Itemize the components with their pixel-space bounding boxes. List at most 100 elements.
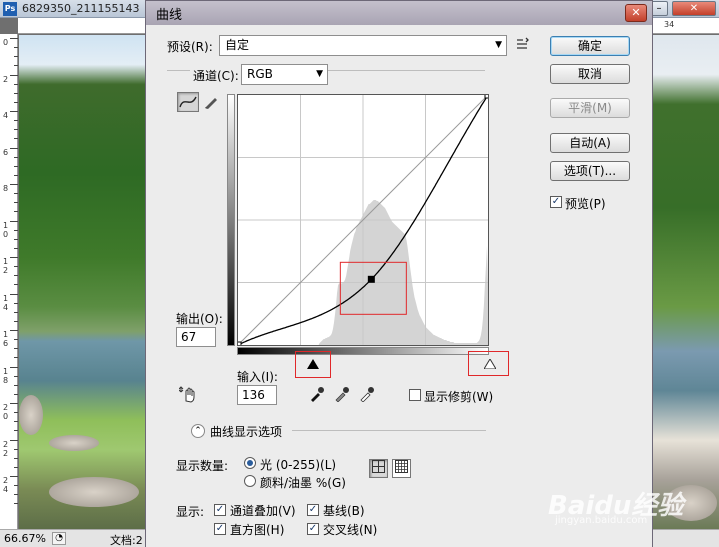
ruler-tick [10, 439, 18, 441]
zoom-level[interactable]: 66.67% [4, 532, 46, 545]
ruler-tick [14, 101, 18, 103]
ruler-tick [14, 457, 18, 459]
intersection-line-label: 交叉线(N) [323, 523, 378, 537]
ruler-tick [14, 311, 18, 313]
output-label: 输出(O): [176, 312, 223, 326]
ruler-label: 1 8 [3, 366, 9, 385]
smooth-button: 平滑(M) [550, 98, 630, 118]
preset-value: 自定 [225, 38, 250, 52]
ruler-tick [14, 339, 18, 340]
ruler-tick [14, 193, 18, 194]
control-point [238, 341, 242, 345]
rock [49, 477, 139, 507]
photoshop-logo-icon: Ps [3, 2, 17, 16]
channel-select[interactable]: RGB ▼ [241, 64, 328, 85]
simple-grid-icon[interactable] [369, 459, 388, 478]
status-menu-icon[interactable]: ◔ [52, 532, 66, 545]
input-gradient-bar [237, 347, 489, 355]
ruler-label: 2 4 [3, 476, 9, 494]
ruler-label: 0 [3, 38, 9, 47]
histogram-label: 直方图(H) [230, 523, 285, 537]
curve-display-options-label[interactable]: 曲线显示选项 [210, 423, 282, 440]
ruler-tick [10, 476, 18, 477]
preview-checkbox[interactable]: ✓ [550, 196, 562, 208]
curve-edit-tool-icon[interactable] [177, 92, 199, 112]
ruler-tick [14, 138, 18, 139]
gray-eyedropper-icon[interactable] [334, 386, 350, 403]
ruler-tick [14, 421, 18, 422]
close-window-icon[interactable]: ✕ [672, 1, 716, 16]
histogram-checkbox[interactable]: ✓ [214, 523, 226, 535]
ruler-tick [10, 74, 18, 76]
ruler-tick [14, 320, 18, 322]
ruler-label: 1 4 [3, 293, 9, 312]
black-eyedropper-icon[interactable] [309, 386, 325, 402]
ruler-tick [14, 448, 18, 450]
baseline-label: 基线(B) [323, 504, 365, 518]
ruler-tick [14, 384, 18, 386]
baidu-watermark-url: jingyan.baidu.com [555, 515, 648, 526]
ruler-tick [14, 238, 18, 240]
ruler-tick [14, 485, 18, 486]
ok-button[interactable]: 确定 [550, 36, 630, 56]
channel-overlays-label: 通道叠加(V) [230, 504, 296, 518]
rock [19, 395, 43, 435]
light-radio[interactable] [244, 457, 256, 469]
input-field[interactable]: 136 [237, 385, 277, 405]
selected-control-point [367, 275, 375, 283]
options-button[interactable]: 选项(T)... [550, 161, 630, 181]
light-label: 光 (0-255)(L) [260, 458, 337, 472]
ruler-label: 2 [3, 74, 9, 84]
auto-button[interactable]: 自动(A) [550, 133, 630, 153]
ruler-tick [10, 257, 18, 258]
dialog-title: 曲线 [156, 8, 183, 23]
ruler-tick [10, 293, 18, 295]
ruler-tick [10, 403, 18, 404]
white-point-slider[interactable] [483, 358, 497, 370]
black-point-slider[interactable] [307, 358, 319, 369]
ruler-label: 4 [3, 111, 9, 120]
ruler-tick [10, 38, 18, 39]
ruler-tick [14, 393, 18, 395]
pigment-label: 颜料/油墨 %(G) [260, 476, 346, 490]
channel-overlays-checkbox[interactable]: ✓ [214, 504, 226, 516]
photo-canvas-left[interactable] [19, 35, 145, 529]
ruler-tick [10, 366, 18, 368]
show-amount-label: 显示数量: [176, 459, 229, 473]
output-field[interactable]: 67 [176, 327, 216, 347]
pigment-radio[interactable] [244, 475, 256, 487]
on-image-adjust-icon[interactable] [178, 385, 199, 403]
rock [49, 435, 99, 451]
ruler-label: 2 2 [3, 439, 9, 458]
photo-canvas-right[interactable] [653, 35, 719, 529]
ruler-vertical: 0 2 4 6 8 1 0 1 2 1 4 1 6 1 8 2 0 2 2 2 4 [0, 34, 18, 529]
collapse-options-icon[interactable]: ⌃ [191, 424, 205, 438]
detailed-grid-icon[interactable] [392, 459, 411, 478]
ruler-tick [14, 412, 18, 413]
ruler-tick [14, 156, 18, 158]
ruler-tick [14, 348, 18, 349]
white-eyedropper-icon[interactable] [359, 386, 375, 403]
ruler-tick [14, 92, 18, 94]
ruler-label: 1 6 [3, 330, 9, 348]
ruler-tick [14, 494, 18, 495]
curve-graph-svg[interactable] [238, 95, 488, 345]
preview-label: 预览(P) [565, 197, 606, 211]
preset-options-icon[interactable] [516, 37, 530, 56]
ruler-tick [10, 330, 18, 331]
ruler-tick [10, 111, 18, 112]
baseline-checkbox[interactable]: ✓ [307, 504, 319, 516]
ruler-tick [14, 430, 18, 431]
curve-graph[interactable] [237, 94, 489, 346]
output-gradient-bar [227, 94, 235, 346]
intersection-line-checkbox[interactable]: ✓ [307, 523, 319, 535]
dialog-close-button[interactable]: ✕ [625, 4, 647, 22]
chevron-down-icon: ▼ [316, 69, 323, 79]
dialog-titlebar[interactable]: 曲线 ✕ [145, 0, 653, 25]
preset-select[interactable]: 自定 ▼ [219, 35, 507, 56]
ruler-tick [14, 247, 18, 249]
cancel-button[interactable]: 取消 [550, 64, 630, 84]
ruler-label: 34 [664, 20, 675, 29]
show-clipping-checkbox[interactable] [409, 389, 421, 401]
pencil-tool-icon[interactable] [203, 94, 219, 110]
